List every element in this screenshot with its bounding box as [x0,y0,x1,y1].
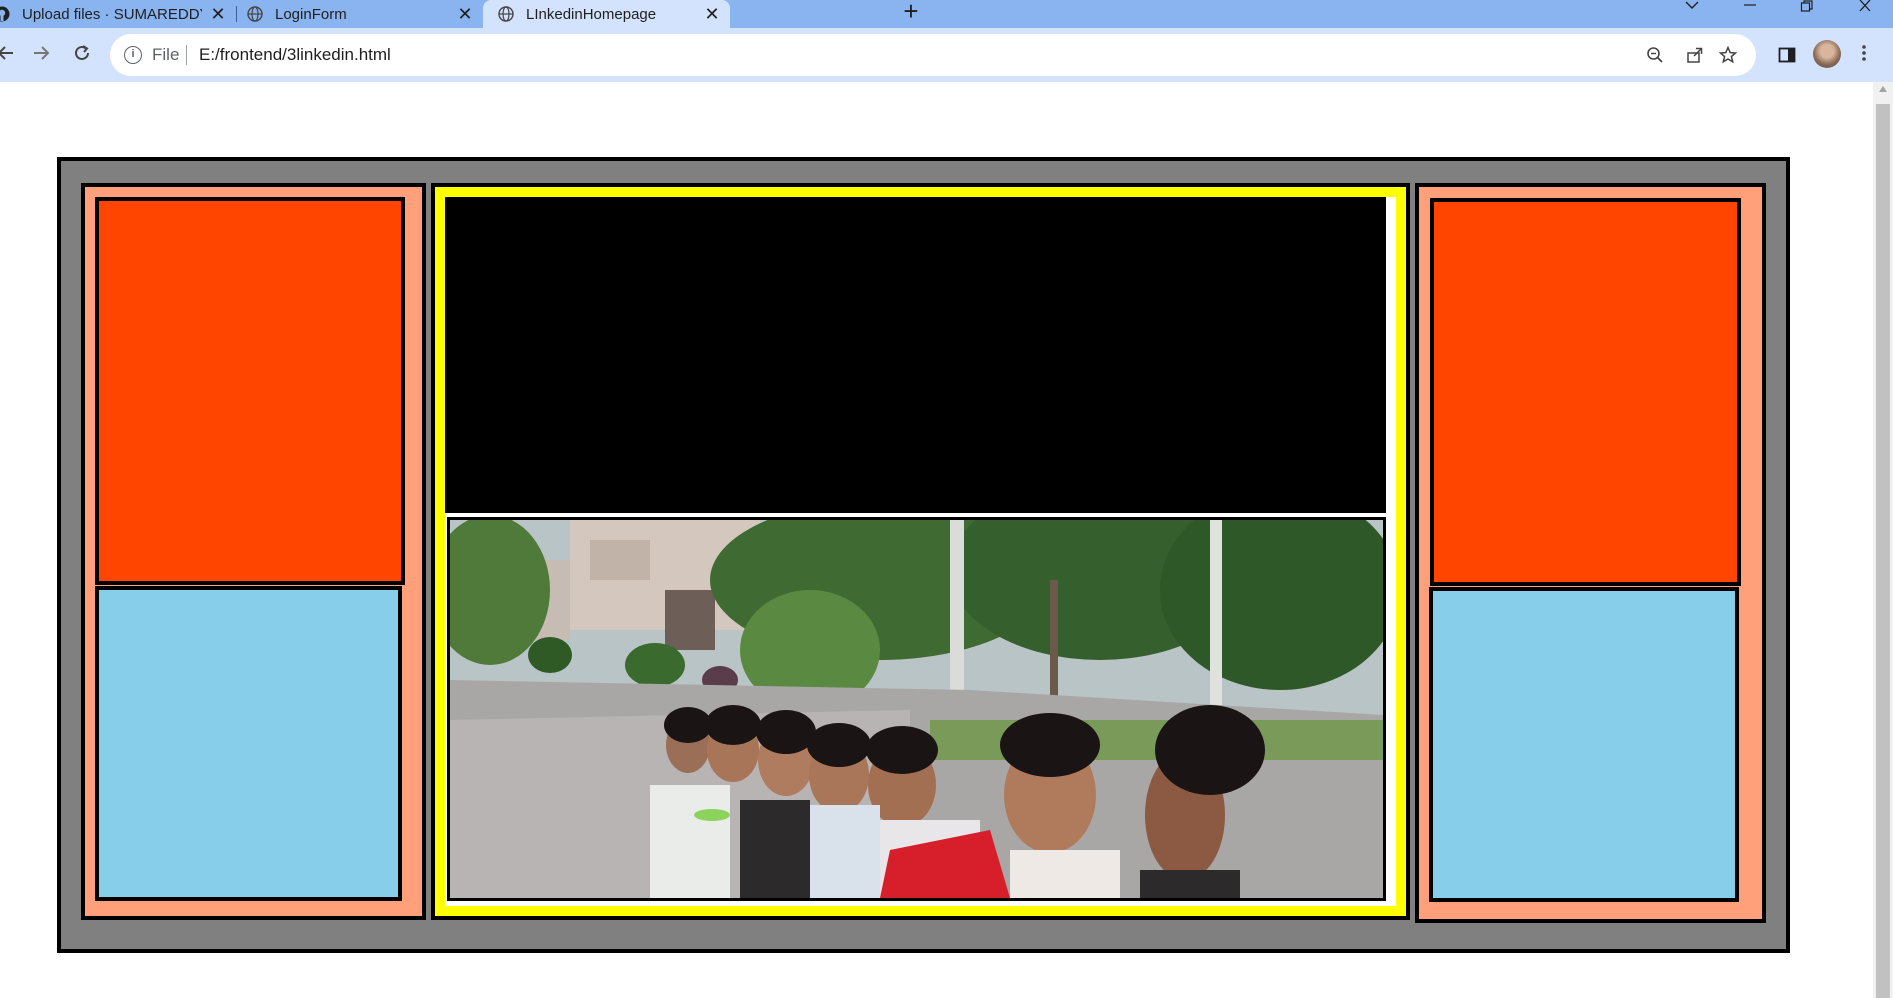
url-text[interactable]: E:/frontend/3linkedin.html [199,45,391,65]
tab-loginform[interactable]: LoginForm ✕ [237,0,483,28]
new-tab-button[interactable]: + [898,0,924,26]
scheme-label: File [152,45,180,64]
side-panel-icon[interactable] [1774,42,1800,68]
left-bottom-box [95,586,402,901]
restore-icon[interactable] [1787,0,1827,16]
forward-icon[interactable] [27,41,55,69]
center-inner [445,197,1396,906]
close-icon[interactable]: ✕ [208,4,228,24]
github-icon [0,6,10,22]
globe-icon [247,6,263,22]
browser-toolbar: i File E:/frontend/3linkedin.html [0,28,1893,82]
profile-avatar[interactable] [1813,40,1841,68]
right-bottom-box [1429,587,1739,902]
share-icon[interactable] [1684,44,1706,66]
close-icon[interactable]: ✕ [455,4,475,24]
left-top-box [95,197,405,585]
scroll-thumb[interactable] [1876,104,1890,998]
center-top-panel [445,197,1386,513]
group-photo [447,517,1386,901]
close-icon[interactable]: ✕ [702,4,722,24]
page-scrollbar[interactable] [1873,82,1893,998]
scroll-up-arrow-icon[interactable] [1879,86,1887,92]
address-bar[interactable]: i File E:/frontend/3linkedin.html [110,34,1756,76]
tab-upload-files[interactable]: Upload files · SUMAREDDY2003/ ✕ [0,0,236,28]
tab-strip: Upload files · SUMAREDDY2003/ ✕ LoginFor… [0,0,1893,28]
zoom-icon[interactable] [1644,44,1666,66]
info-icon[interactable]: i [124,46,142,64]
right-top-box [1430,198,1741,586]
address-divider [186,45,187,65]
tab-title: LoginForm [275,5,347,23]
tab-search-icon[interactable] [1672,0,1712,16]
reload-icon[interactable] [68,41,96,69]
tab-linkedin-homepage[interactable]: LInkedinHomepage ✕ [483,0,730,28]
back-icon[interactable] [0,41,20,69]
tab-title: LInkedinHomepage [526,5,657,23]
window-close-icon[interactable] [1845,0,1885,16]
menu-kebab-icon[interactable] [1858,41,1870,69]
bookmark-star-icon[interactable] [1717,44,1739,66]
center-feed [431,183,1410,920]
globe-icon [498,6,514,22]
tab-title: Upload files · SUMAREDDY2003/ [22,5,202,23]
minimize-icon[interactable] [1730,0,1770,16]
